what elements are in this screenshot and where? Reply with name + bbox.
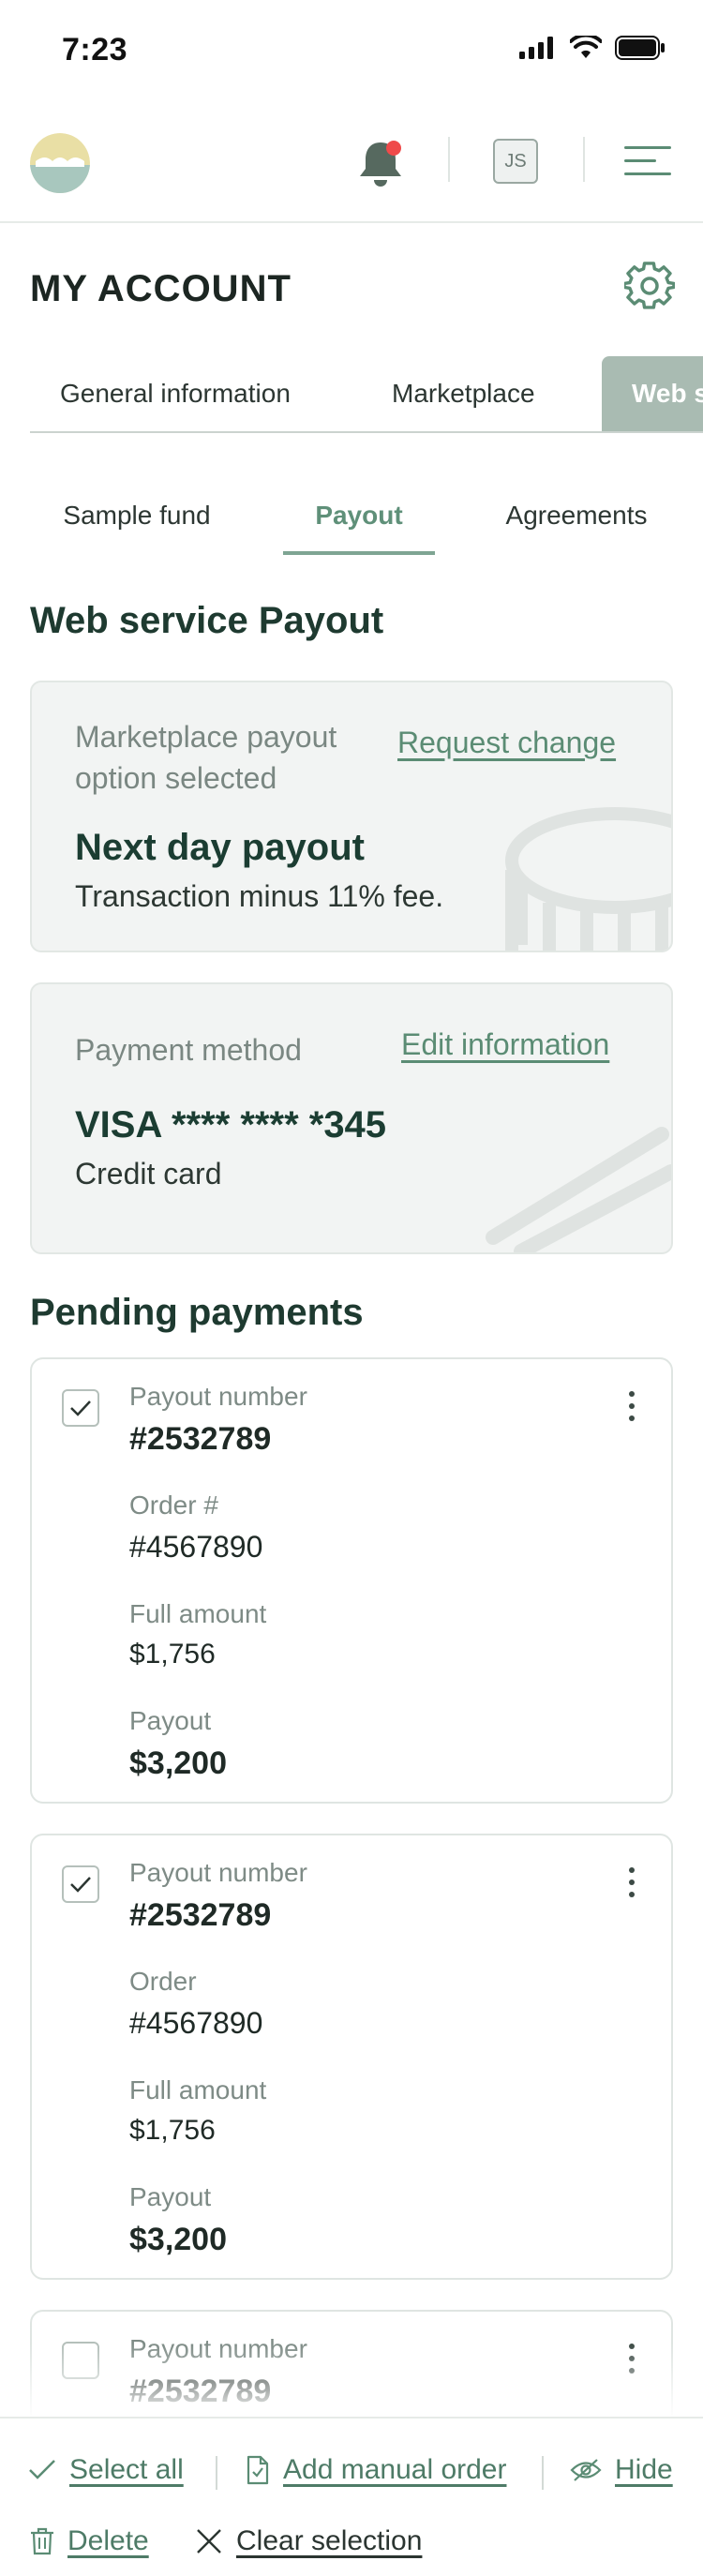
full-amount: $1,756 <box>129 1639 216 1670</box>
gear-icon <box>622 262 676 309</box>
payout-section-title: Web service Payout <box>30 600 384 641</box>
menu-button[interactable] <box>624 142 675 180</box>
bulk-action-bar: Select all Add manual order Hide Delete <box>0 2417 703 2576</box>
check-icon <box>29 2460 55 2479</box>
header-divider <box>448 137 450 182</box>
action-separator <box>542 2456 544 2490</box>
full-amount-label: Full amount <box>129 2075 267 2104</box>
select-all-label: Select all <box>69 2454 184 2485</box>
payout-number: #2532789 <box>129 1421 272 1457</box>
payout-amount: $3,200 <box>129 2222 227 2257</box>
logo[interactable] <box>30 133 90 193</box>
status-bar: 7:23 <box>0 0 703 103</box>
payment-method-label: Payment method <box>75 1033 302 1067</box>
payout-amount-label: Payout <box>129 2182 212 2211</box>
add-manual-order-button[interactable]: Add manual order <box>246 2454 506 2486</box>
settings-button[interactable] <box>622 261 676 311</box>
tab-sample-fund[interactable]: Sample fund <box>30 476 244 555</box>
order-label: Order <box>129 1967 197 1996</box>
order-label: Order # <box>129 1490 218 1520</box>
tab-payout[interactable]: Payout <box>283 476 435 555</box>
full-amount-label: Full amount <box>129 1599 267 1628</box>
battery-icon <box>615 36 665 60</box>
edit-information-link[interactable]: Edit information <box>401 1027 609 1062</box>
payout-amount: $3,200 <box>129 1745 227 1781</box>
payment-checkbox[interactable] <box>62 1389 99 1427</box>
app-header: JS <box>0 114 703 223</box>
tab-marketplace[interactable]: Marketplace <box>392 356 535 431</box>
close-icon <box>197 2529 221 2554</box>
card-illustration <box>486 1127 671 1252</box>
trash-icon <box>31 2527 53 2555</box>
payment-method-card: Payment method Edit information VISA ***… <box>30 982 673 1254</box>
page-title: MY ACCOUNT <box>30 268 292 309</box>
payout-option-label: Marketplace payout option selected <box>75 720 337 795</box>
payment-method-value: VISA **** **** *345 <box>75 1104 387 1146</box>
clear-selection-label: Clear selection <box>236 2525 423 2556</box>
kebab-icon[interactable] <box>622 1864 641 1901</box>
logo-icon <box>30 133 90 193</box>
payout-number-label: Payout number <box>129 1858 307 1887</box>
order-number: #4567890 <box>129 2006 263 2040</box>
check-icon <box>70 1400 91 1416</box>
action-separator <box>216 2456 217 2490</box>
payout-number-label: Payout number <box>129 1382 307 1411</box>
scroll-fade <box>0 2344 703 2419</box>
delete-label: Delete <box>67 2525 149 2556</box>
request-change-link[interactable]: Request change <box>397 726 616 760</box>
tab-web-service[interactable]: Web s <box>602 356 703 431</box>
payment-checkbox[interactable] <box>62 1865 99 1903</box>
payment-method-description: Credit card <box>75 1157 222 1191</box>
signal-icon <box>519 37 553 59</box>
check-icon <box>70 1877 91 1893</box>
status-time: 7:23 <box>62 32 128 67</box>
select-all-button[interactable]: Select all <box>28 2454 184 2486</box>
payout-option-description: Transaction minus 11% fee. <box>75 879 444 913</box>
delete-button[interactable]: Delete <box>30 2525 149 2557</box>
system-icons <box>519 36 666 60</box>
header-divider <box>583 137 585 182</box>
coins-illustration <box>505 807 671 951</box>
hide-label: Hide <box>615 2454 673 2485</box>
payout-amount-label: Payout <box>129 1706 212 1735</box>
full-amount: $1,756 <box>129 2115 216 2146</box>
payout-number: #2532789 <box>129 1897 272 1933</box>
top-tabs: General information Marketplace Web s <box>30 356 703 433</box>
notifications-button[interactable] <box>356 137 405 189</box>
clear-selection-button[interactable]: Clear selection <box>195 2525 422 2557</box>
payout-option-value: Next day payout <box>75 827 365 868</box>
eye-off-icon <box>570 2459 602 2481</box>
kebab-icon[interactable] <box>622 1387 641 1425</box>
wifi-icon <box>570 36 602 58</box>
tab-general-information[interactable]: General information <box>60 356 291 431</box>
sub-tabs: Sample fund Payout Agreements <box>30 476 673 555</box>
tab-agreements[interactable]: Agreements <box>480 476 673 555</box>
payment-card: Payout number #2532789 Order # #4567890 … <box>30 1357 673 1804</box>
payment-card: Payout number #2532789 Order #4567890 Fu… <box>30 1834 673 2280</box>
notification-dot <box>386 141 401 156</box>
add-manual-order-label: Add manual order <box>283 2454 507 2485</box>
document-check-icon <box>247 2455 269 2485</box>
pending-payments-title: Pending payments <box>30 1292 364 1333</box>
avatar[interactable]: JS <box>493 139 538 184</box>
hide-button[interactable]: Hide <box>570 2454 673 2486</box>
menu-icon <box>624 146 671 175</box>
order-number: #4567890 <box>129 1530 263 1564</box>
payout-option-card: Marketplace payout option selected Reque… <box>30 681 673 952</box>
